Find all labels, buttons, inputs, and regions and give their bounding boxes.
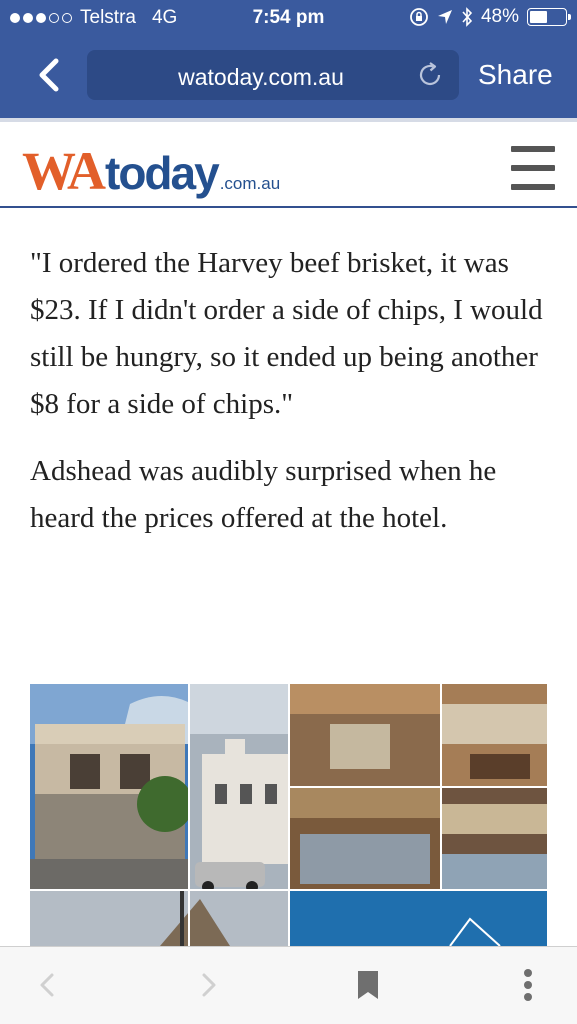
site-header: WA today .com.au [0, 118, 577, 208]
hamburger-menu-icon[interactable] [511, 146, 555, 190]
hotel-photo [30, 684, 547, 946]
more-vertical-icon[interactable] [510, 967, 546, 1003]
share-button[interactable]: Share [478, 59, 553, 91]
logo-today: today [105, 147, 220, 199]
battery-percent: 48% [480, 6, 519, 27]
rotation-lock-icon [410, 8, 428, 26]
watoday-logo[interactable]: WA today .com.au [22, 144, 280, 198]
bluetooth-icon [462, 7, 473, 27]
location-icon [437, 10, 452, 24]
status-bar: Telstra 4G 7:54 pm 48% [0, 0, 577, 38]
browser-toolbar [0, 946, 577, 1024]
address-bar[interactable]: watoday.com.au [87, 50, 459, 100]
arrow-left-icon[interactable] [30, 967, 66, 1003]
browser-chrome: Telstra 4G 7:54 pm 48% watoday.com.au Sh… [0, 0, 577, 118]
reload-icon[interactable] [415, 60, 445, 90]
arrow-right-icon[interactable] [190, 967, 226, 1003]
url-text: watoday.com.au [178, 64, 344, 90]
bookmark-icon[interactable] [350, 967, 386, 1003]
article-paragraph-quote: "I ordered the Harvey beef brisket, it w… [30, 247, 543, 420]
back-button[interactable] [30, 55, 70, 95]
article-photo-collage[interactable] [30, 684, 547, 946]
logo-wa: WA [22, 141, 106, 201]
logo-domain: .com.au [219, 174, 281, 193]
battery-icon [527, 8, 571, 26]
article-body: "I ordered the Harvey beef brisket, it w… [30, 240, 550, 542]
article-paragraph: Adshead was audibly surprised when he he… [30, 455, 497, 534]
